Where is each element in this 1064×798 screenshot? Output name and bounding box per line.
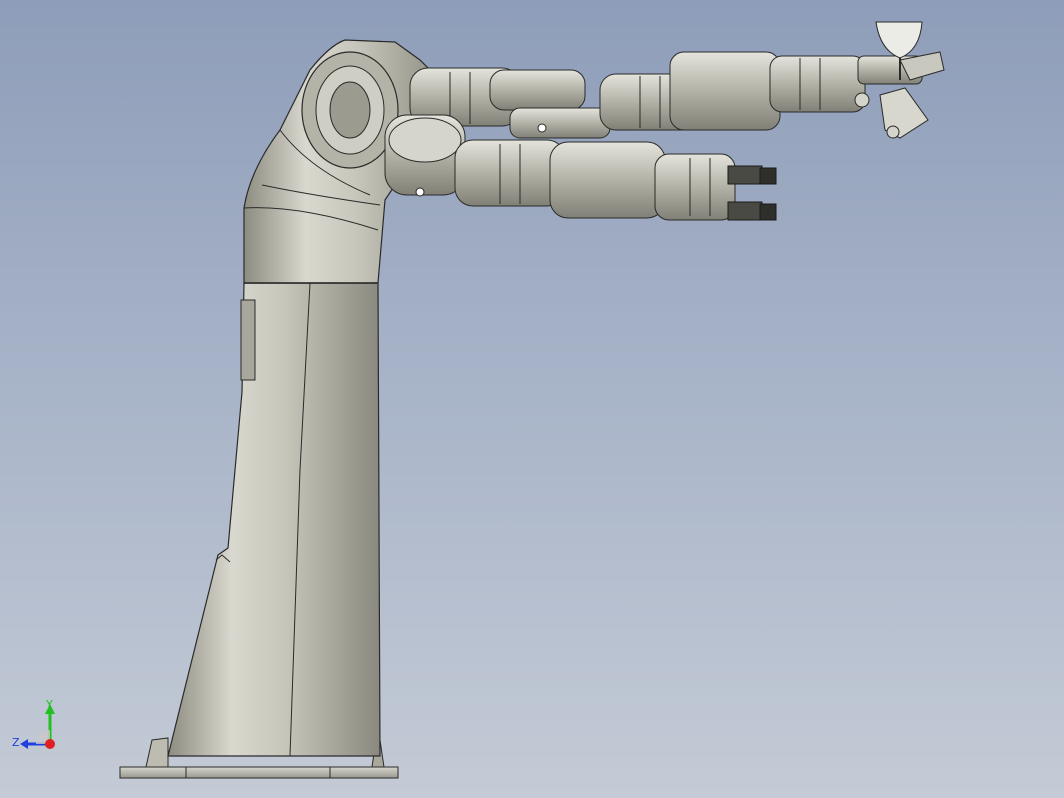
robot-model[interactable]: [0, 0, 1064, 798]
z-axis-label: Z: [12, 736, 20, 749]
cad-3d-viewport[interactable]: Y Z: [0, 0, 1064, 798]
pedestal-column[interactable]: [167, 282, 381, 757]
axis-triad: Y Z: [12, 698, 55, 749]
x-axis-dot: [45, 739, 55, 749]
y-axis-label: Y: [45, 698, 53, 711]
upper-arm[interactable]: [409, 51, 866, 139]
